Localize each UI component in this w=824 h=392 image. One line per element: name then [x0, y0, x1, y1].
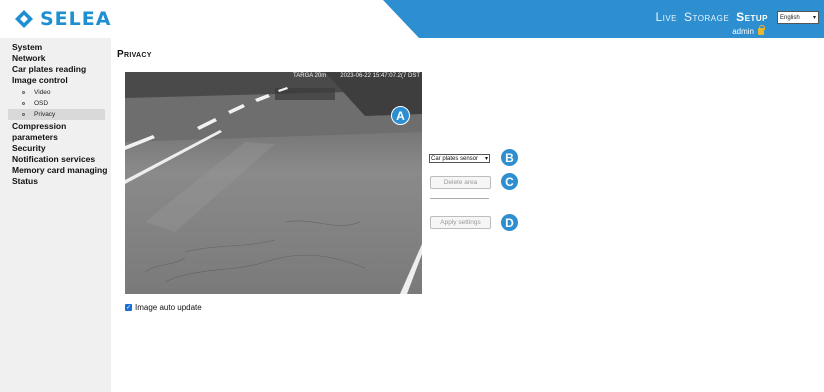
camera-overlay-label: TARGA 20m [293, 73, 327, 79]
image-auto-update-checkbox[interactable]: ✓ [125, 304, 132, 311]
sidebar-item-compression-parameters[interactable]: Compression parameters [12, 121, 111, 143]
callout-badge-b: B [500, 148, 519, 167]
callout-badge-c: C [500, 172, 519, 191]
image-control-submenu: Video OSD Privacy [8, 87, 111, 120]
sidebar-item-image-control[interactable]: Image control [12, 75, 111, 86]
bullet-icon [22, 102, 25, 105]
camera-image[interactable]: TARGA 20m 2023-06-22 15:47:07.2(7 DST [125, 72, 422, 294]
apply-settings-button[interactable]: Apply settings [430, 216, 491, 229]
image-auto-update-label: Image auto update [135, 303, 202, 312]
language-select[interactable]: English ▾ [777, 11, 819, 24]
divider [430, 198, 489, 199]
sidebar-subitem-video[interactable]: Video [12, 87, 111, 98]
top-nav: Live Storage Setup [655, 10, 768, 24]
camera-timestamp: 2023-06-22 15:47:07.2(7 DST [340, 73, 420, 79]
sidebar-item-notification-services[interactable]: Notification services [12, 154, 111, 165]
sidebar-item-status[interactable]: Status [12, 176, 111, 187]
selea-logo[interactable]: SELEA [14, 8, 111, 30]
nav-live[interactable]: Live [655, 10, 677, 24]
chevron-down-icon: ▾ [484, 156, 488, 162]
page-title: Privacy [117, 49, 152, 60]
camera-overlay: TARGA 20m 2023-06-22 15:47:07.2(7 DST [293, 73, 420, 79]
bullet-icon [22, 113, 25, 116]
sidebar-item-security[interactable]: Security [12, 143, 111, 154]
delete-area-button[interactable]: Delete area [430, 176, 491, 189]
nav-setup[interactable]: Setup [736, 10, 768, 24]
user-info: admin [732, 25, 765, 36]
sidebar-subitem-osd[interactable]: OSD [12, 98, 111, 109]
sidebar-subitem-label: Privacy [34, 111, 56, 118]
selea-logo-icon [14, 9, 34, 29]
sidebar-item-network[interactable]: Network [12, 53, 111, 64]
sidebar: System Network Car plates reading Image … [0, 38, 111, 392]
callout-badge-a: A [391, 106, 410, 125]
sidebar-subitem-privacy[interactable]: Privacy [8, 109, 105, 120]
callout-badge-d: D [500, 213, 519, 232]
camera-scene [125, 72, 422, 294]
sidebar-item-system[interactable]: System [12, 42, 111, 53]
sidebar-item-car-plates-reading[interactable]: Car plates reading [12, 64, 111, 75]
image-auto-update[interactable]: ✓ Image auto update [125, 303, 202, 312]
lock-icon[interactable] [758, 25, 765, 35]
sensor-select[interactable]: Car plates sensor ▾ [429, 154, 490, 163]
header: SELEA Live Storage Setup English ▾ admin [0, 0, 824, 38]
language-value: English [780, 14, 800, 21]
brand-name: SELEA [40, 8, 112, 30]
username: admin [732, 27, 754, 36]
bullet-icon [22, 91, 25, 94]
sensor-select-value: Car plates sensor [431, 155, 479, 162]
chevron-down-icon: ▾ [812, 15, 816, 21]
nav-storage[interactable]: Storage [684, 10, 729, 24]
sidebar-item-memory-card-managing[interactable]: Memory card managing [12, 165, 111, 176]
